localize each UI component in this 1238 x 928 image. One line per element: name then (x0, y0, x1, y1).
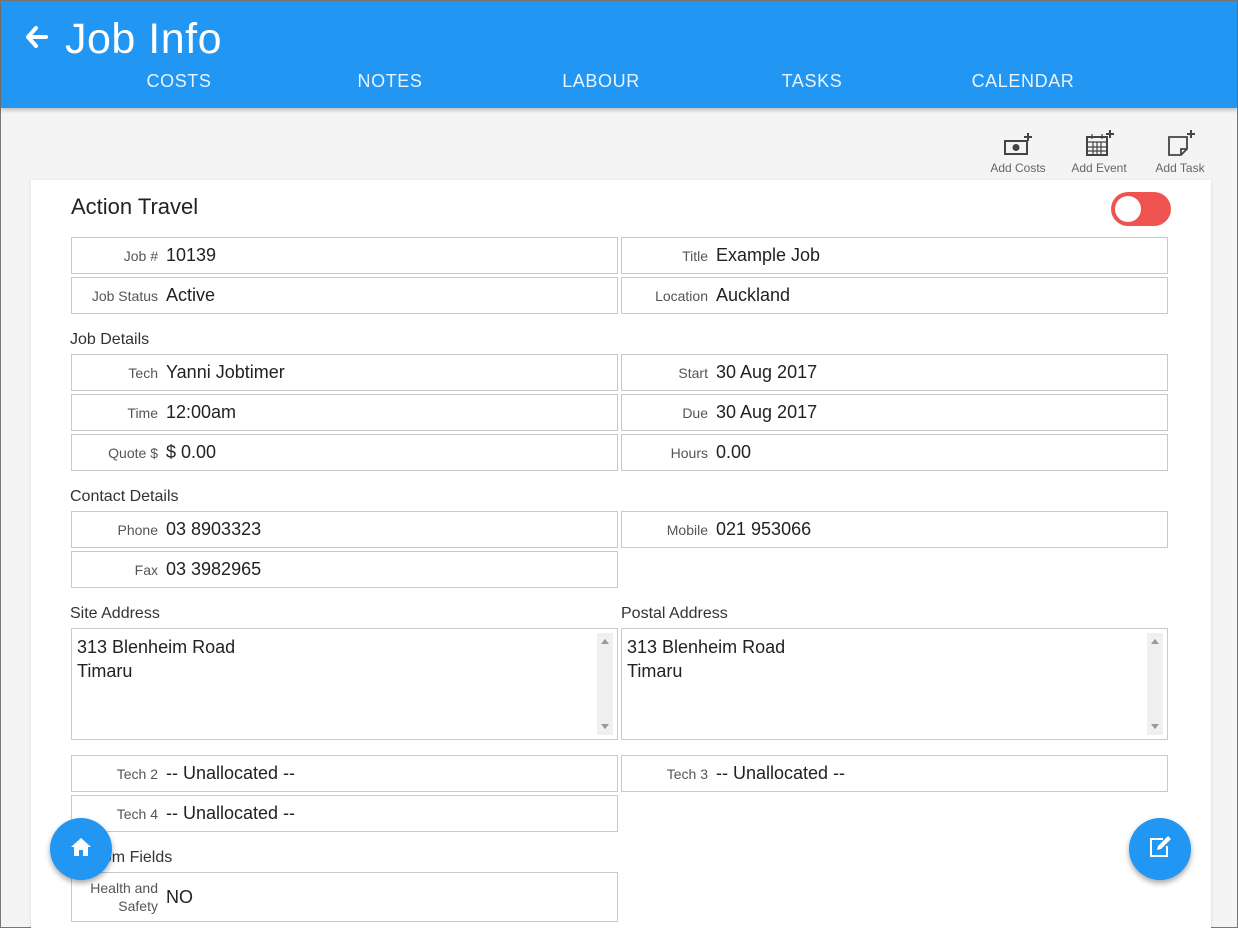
tab-calendar[interactable]: CALENDAR (972, 71, 1075, 92)
page-title: Job Info (65, 15, 222, 63)
contact-details-heading: Contact Details (70, 488, 179, 505)
back-arrow-icon[interactable] (25, 25, 51, 53)
field-label: Job Status (91, 287, 158, 304)
field-value: $ 0.00 (166, 442, 217, 462)
site-address-textarea[interactable]: 313 Blenheim Road Timaru (71, 628, 618, 740)
field-value: 0.00 (716, 442, 752, 462)
custom-fields-heading-text: om Fields (102, 849, 173, 866)
field-value: -- Unallocated -- (166, 803, 296, 823)
location-field[interactable]: Location Auckland (621, 277, 1168, 314)
add-costs-button[interactable]: Add Costs (983, 127, 1053, 175)
app-bar: Job Info COSTS NOTES LABOUR TASKS CALEND… (1, 1, 1237, 108)
field-label: Tech 3 (666, 765, 708, 782)
client-name: Action Travel (71, 194, 199, 219)
note-plus-icon (1145, 127, 1215, 157)
action-toolbar: Add Costs Add Event Add Task (1, 127, 1238, 177)
field-value: 10139 (166, 245, 217, 265)
postal-address-textarea[interactable]: 313 Blenheim Road Timaru (621, 628, 1168, 740)
field-value: -- Unallocated -- (166, 763, 296, 783)
home-button[interactable] (50, 818, 112, 880)
tab-bar: COSTS NOTES LABOUR TASKS CALENDAR (1, 71, 1237, 97)
field-value: 021 953066 (716, 519, 812, 539)
title-field[interactable]: Title Example Job (621, 237, 1168, 274)
field-value: 03 8903323 (166, 519, 262, 539)
field-label: Time (127, 404, 158, 421)
quote-field[interactable]: Quote $ $ 0.00 (71, 434, 618, 471)
add-task-label: Add Task (1155, 161, 1205, 175)
tab-tasks[interactable]: TASKS (782, 71, 843, 92)
tech4-field[interactable]: Tech 4 -- Unallocated -- (71, 795, 618, 832)
phone-field[interactable]: Phone 03 8903323 (71, 511, 618, 548)
job-status-field[interactable]: Job Status Active (71, 277, 618, 314)
scrollbar[interactable] (597, 633, 613, 735)
tab-costs[interactable]: COSTS (146, 71, 211, 92)
field-label: Hours (670, 444, 708, 461)
job-active-toggle[interactable] (1111, 192, 1171, 226)
money-plus-icon (983, 127, 1053, 157)
field-label: Due (682, 404, 708, 421)
calendar-plus-icon (1064, 127, 1134, 157)
field-value: 12:00am (166, 402, 237, 422)
edit-icon (1147, 835, 1173, 864)
field-value: 03 3982965 (166, 559, 262, 579)
field-label: Tech 2 (116, 765, 158, 782)
home-icon (70, 837, 92, 862)
field-label: Start (678, 364, 708, 381)
job-details-heading: Job Details (70, 331, 150, 348)
field-label: Job # (123, 247, 158, 264)
postal-address-heading: Postal Address (621, 605, 728, 622)
toggle-knob (1115, 196, 1141, 222)
time-field[interactable]: Time 12:00am (71, 394, 618, 431)
tab-labour[interactable]: LABOUR (562, 71, 640, 92)
postal-address-text: 313 Blenheim Road Timaru (627, 637, 786, 681)
field-label: Fax (134, 561, 158, 578)
field-label: Title (682, 247, 708, 264)
field-value: Auckland (716, 285, 791, 305)
field-label: Phone (117, 521, 158, 538)
tech2-field[interactable]: Tech 2 -- Unallocated -- (71, 755, 618, 792)
field-value: NO (166, 886, 193, 907)
field-value: 30 Aug 2017 (716, 402, 818, 422)
field-label: Mobile (666, 521, 708, 538)
add-event-button[interactable]: Add Event (1064, 127, 1134, 175)
site-address-text: 313 Blenheim Road Timaru (77, 637, 236, 681)
field-value: -- Unallocated -- (716, 763, 846, 783)
edit-button[interactable] (1129, 818, 1191, 880)
add-event-label: Add Event (1071, 161, 1127, 175)
field-value: Active (166, 285, 216, 305)
mobile-field[interactable]: Mobile 021 953066 (621, 511, 1168, 548)
tech-field[interactable]: Tech Yanni Jobtimer (71, 354, 618, 391)
field-label: Health and Safety (90, 880, 158, 914)
field-value: Example Job (716, 245, 821, 265)
health-safety-field[interactable]: Health and Safety NO (71, 872, 618, 922)
hours-field[interactable]: Hours 0.00 (621, 434, 1168, 471)
tech3-field[interactable]: Tech 3 -- Unallocated -- (621, 755, 1168, 792)
add-task-button[interactable]: Add Task (1145, 127, 1215, 175)
field-label: Tech (128, 364, 158, 381)
due-field[interactable]: Due 30 Aug 2017 (621, 394, 1168, 431)
scrollbar[interactable] (1147, 633, 1163, 735)
start-field[interactable]: Start 30 Aug 2017 (621, 354, 1168, 391)
field-value: Yanni Jobtimer (166, 362, 285, 382)
field-value: 30 Aug 2017 (716, 362, 818, 382)
fax-field[interactable]: Fax 03 3982965 (71, 551, 618, 588)
field-label: Location (655, 287, 708, 304)
add-costs-label: Add Costs (990, 161, 1046, 175)
site-address-heading: Site Address (70, 605, 160, 622)
field-label: Quote $ (108, 444, 158, 461)
job-number-field[interactable]: Job # 10139 (71, 237, 618, 274)
tab-notes[interactable]: NOTES (357, 71, 422, 92)
